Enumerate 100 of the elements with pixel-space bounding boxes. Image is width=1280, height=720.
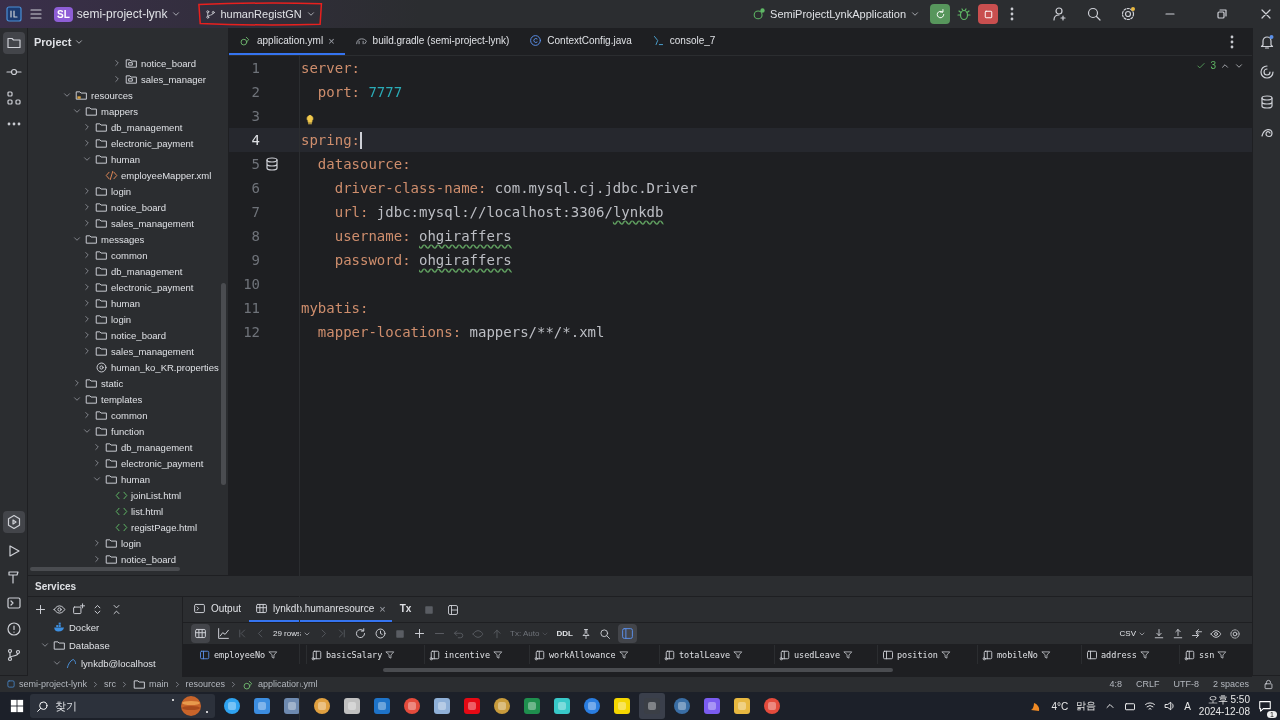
lightbulb-icon[interactable] (304, 114, 316, 126)
tree-item[interactable]: static (101, 377, 124, 389)
temperature[interactable]: 4°C (1051, 700, 1069, 712)
tree-item[interactable]: notice_board (111, 329, 166, 341)
transaction-button[interactable]: Tx (393, 597, 418, 622)
chevron-icon[interactable] (62, 90, 72, 100)
tree-item[interactable]: electronic_payment (111, 281, 194, 293)
restore-icon[interactable] (1214, 6, 1230, 22)
tree-item[interactable]: electronic_payment (111, 137, 194, 149)
search-icon[interactable] (1086, 6, 1102, 22)
collapse-icon[interactable] (110, 602, 123, 616)
breadcrumb[interactable]: src (104, 678, 116, 690)
tree-item[interactable]: registPage.html (131, 521, 197, 533)
filter-icon[interactable] (1139, 649, 1150, 660)
chevron-icon[interactable] (82, 202, 92, 212)
tree-item[interactable]: human (111, 297, 141, 309)
tree-item[interactable]: electronic_payment (121, 457, 204, 469)
eye-icon[interactable] (53, 602, 66, 616)
input-method-indicator[interactable]: A (1184, 700, 1191, 712)
chevron-icon[interactable] (52, 658, 62, 668)
chevron-icon[interactable] (92, 458, 102, 468)
status-item[interactable]: 4:8 (1109, 679, 1122, 689)
chevron-icon[interactable] (72, 234, 82, 244)
chevron-icon[interactable] (82, 298, 92, 308)
menu-icon[interactable] (28, 6, 44, 22)
app-icon[interactable] (403, 697, 421, 715)
app-icon[interactable] (343, 697, 361, 715)
status-item[interactable]: UTF-8 (1173, 679, 1199, 689)
chevron-icon[interactable] (82, 218, 92, 228)
tree-item[interactable]: employeeMapper.xml (121, 169, 212, 181)
app-icon[interactable] (703, 697, 721, 715)
filter-icon[interactable] (843, 649, 854, 660)
chevron-icon[interactable] (92, 554, 102, 564)
app-icon[interactable] (613, 697, 631, 715)
rerun-button[interactable] (930, 4, 950, 24)
tree-item[interactable]: notice_board (111, 201, 166, 213)
weather-label[interactable]: 맑음 (1076, 699, 1097, 713)
chevron-icon[interactable] (72, 378, 82, 388)
layout-icon[interactable] (447, 603, 460, 616)
hammer-icon[interactable] (5, 569, 22, 585)
chevron-icon[interactable] (82, 330, 92, 340)
notification-icon[interactable] (1258, 699, 1272, 713)
download-icon[interactable] (1153, 627, 1165, 640)
app-icon[interactable] (433, 697, 451, 715)
column-header[interactable]: position (897, 649, 938, 660)
tree-item[interactable]: human (111, 153, 141, 165)
start-icon[interactable] (10, 699, 24, 713)
filter-icon[interactable] (733, 649, 744, 660)
tree-item[interactable]: login (111, 185, 132, 197)
breadcrumb[interactable]: main (133, 677, 169, 691)
chevron-icon[interactable] (92, 442, 102, 452)
app-icon[interactable] (763, 697, 781, 715)
tree-item[interactable]: sales_management (111, 345, 194, 357)
app-icon[interactable] (583, 697, 601, 715)
search-icon[interactable] (598, 627, 611, 640)
chevron-icon[interactable] (72, 106, 82, 116)
add-icon[interactable] (34, 602, 47, 616)
filter-icon[interactable] (618, 649, 629, 660)
tree-item[interactable]: human_ko_KR.properties (111, 361, 219, 373)
tree-item[interactable]: db_management (111, 265, 183, 277)
column-header[interactable]: employeeNo (214, 649, 266, 660)
new-group-icon[interactable] (72, 602, 85, 616)
tree-item[interactable]: list.html (131, 505, 164, 517)
tree-item[interactable]: notice_board (141, 57, 196, 69)
wifi-icon[interactable] (1144, 700, 1157, 712)
status-item[interactable]: 2 spaces (1212, 679, 1249, 689)
filter-icon[interactable] (940, 649, 951, 660)
terminal-icon[interactable] (5, 595, 22, 611)
chevron-icon[interactable] (82, 138, 92, 148)
app-icon[interactable] (733, 697, 751, 715)
editor-tab[interactable]: build.gradle (semi-project-lynk) (344, 28, 520, 55)
column-header[interactable]: basicSalary (326, 649, 383, 660)
problems-icon[interactable] (5, 621, 22, 637)
tree-item[interactable]: sales_management (111, 217, 194, 229)
grid-view-icon[interactable] (191, 624, 210, 643)
chevron-icon[interactable] (82, 314, 92, 324)
network-icon[interactable] (1124, 700, 1137, 712)
tool-tab[interactable]: Output (187, 597, 248, 622)
chevron-icon[interactable] (82, 154, 92, 164)
tree-item[interactable]: db_management (121, 441, 193, 453)
tree-item[interactable]: function (111, 425, 145, 437)
chevron-icon[interactable] (82, 346, 92, 356)
editor-tab[interactable]: ContextConfig.java (519, 28, 642, 55)
column-header[interactable]: mobileNo (997, 649, 1038, 660)
chevron-icon[interactable] (82, 426, 92, 436)
ddl-button[interactable]: DDL (556, 629, 573, 638)
add-user-icon[interactable] (1052, 6, 1068, 22)
tree-item[interactable]: login (121, 537, 142, 549)
filter-icon[interactable] (385, 649, 396, 660)
chevron-icon[interactable] (92, 474, 102, 484)
tree-item[interactable]: resources (91, 89, 133, 101)
filter-icon[interactable] (268, 649, 279, 660)
breadcrumb[interactable]: application.yml (242, 677, 318, 691)
inspection-count[interactable]: 3 (1210, 60, 1216, 71)
tree-item[interactable]: human (121, 473, 151, 485)
app-logo-icon[interactable] (6, 6, 22, 22)
tree-item[interactable]: templates (101, 393, 143, 405)
tree-item[interactable]: login (111, 313, 132, 325)
app-icon[interactable] (373, 697, 391, 715)
git-icon[interactable] (5, 647, 22, 663)
